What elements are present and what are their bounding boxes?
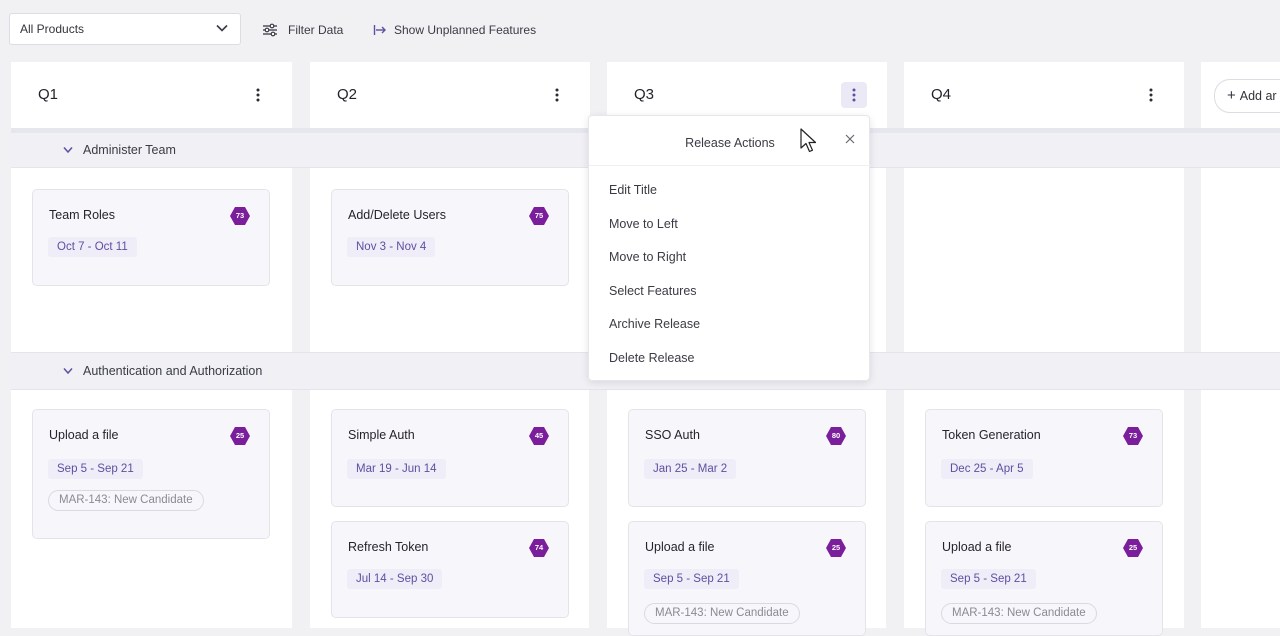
- column-menu-button[interactable]: [544, 82, 570, 108]
- feature-title: Simple Auth: [348, 428, 415, 442]
- hexagon-badge-icon: 75: [528, 206, 550, 226]
- vertical-dots-icon: [256, 88, 260, 102]
- product-select[interactable]: All Products: [9, 13, 241, 45]
- menu-item-move-left[interactable]: Move to Left: [609, 217, 678, 231]
- hexagon-badge-icon: 25: [1122, 538, 1144, 558]
- vertical-dots-icon: [852, 88, 856, 102]
- menu-item-move-right[interactable]: Move to Right: [609, 250, 686, 264]
- hexagon-badge-icon: 74: [528, 538, 550, 558]
- date-range: Jul 14 - Sep 30: [347, 569, 443, 589]
- feature-title: Refresh Token: [348, 540, 429, 554]
- date-range: Nov 3 - Nov 4: [347, 237, 436, 257]
- column-title: Q2: [337, 86, 358, 103]
- column-header-q1: Q1: [11, 62, 291, 128]
- date-range: Oct 7 - Oct 11: [48, 237, 137, 257]
- chevron-down-icon: [63, 368, 73, 375]
- chevron-down-icon: [216, 24, 228, 32]
- badge-number: 80: [831, 431, 841, 440]
- show-unplanned-button[interactable]: Show Unplanned Features: [373, 20, 536, 40]
- feature-title: Team Roles: [49, 208, 115, 222]
- tag-chip[interactable]: MAR-143: New Candidate: [644, 603, 800, 624]
- badge-number: 45: [534, 431, 544, 440]
- show-unplanned-label: Show Unplanned Features: [394, 23, 537, 37]
- date-range: Dec 25 - Apr 5: [941, 459, 1033, 479]
- chevron-down-icon: [63, 147, 73, 154]
- badge-number: 74: [534, 543, 544, 552]
- feature-card[interactable]: Token Generation 73 Dec 25 - Apr 5: [925, 409, 1163, 507]
- group-label: Administer Team: [83, 143, 176, 157]
- filter-data-button[interactable]: Filter Data: [262, 20, 343, 40]
- feature-title: Add/Delete Users: [348, 208, 446, 222]
- column-menu-button[interactable]: [1138, 82, 1164, 108]
- feature-title: Upload a file: [645, 540, 715, 554]
- hexagon-badge-icon: 45: [528, 426, 550, 446]
- feature-card[interactable]: Simple Auth 45 Mar 19 - Jun 14: [331, 409, 569, 507]
- menu-item-edit-title[interactable]: Edit Title: [609, 183, 657, 197]
- column-title: Q1: [38, 86, 59, 103]
- feature-card[interactable]: SSO Auth 80 Jan 25 - Mar 2: [628, 409, 866, 507]
- mouse-cursor-icon: [800, 128, 817, 153]
- release-actions-popup: Release Actions Edit Title Move to Left …: [588, 115, 871, 381]
- badge-number: 75: [534, 211, 544, 220]
- popup-title: Release Actions: [685, 136, 775, 150]
- badge-number: 73: [1128, 431, 1138, 440]
- filter-data-label: Filter Data: [288, 23, 344, 37]
- add-release-label: Add ar: [1239, 89, 1277, 103]
- date-range: Mar 19 - Jun 14: [347, 459, 446, 479]
- date-range: Sep 5 - Sep 21: [48, 459, 143, 479]
- badge-number: 25: [831, 543, 841, 552]
- toolbar: All Products Filter Data Show Unplanned …: [0, 0, 1280, 60]
- menu-item-delete-release[interactable]: Delete Release: [609, 351, 694, 365]
- group-label: Authentication and Authorization: [83, 364, 263, 378]
- feature-card[interactable]: Refresh Token 74 Jul 14 - Sep 30: [331, 521, 569, 618]
- column-header-q4: Q4: [904, 62, 1184, 128]
- menu-item-archive-release[interactable]: Archive Release: [609, 317, 700, 331]
- sliders-icon: [263, 23, 277, 37]
- feature-card[interactable]: Upload a file 25 Sep 5 - Sep 21 MAR-143:…: [925, 521, 1163, 636]
- badge-number: 73: [235, 211, 245, 220]
- column-menu-button[interactable]: [245, 82, 271, 108]
- badge-number: 25: [1128, 543, 1138, 552]
- feature-title: Upload a file: [942, 540, 1012, 554]
- divider: [589, 165, 871, 166]
- plus-icon: +: [1227, 87, 1236, 104]
- column-header-q2: Q2: [310, 62, 590, 128]
- column-title: Q4: [931, 86, 952, 103]
- date-range: Jan 25 - Mar 2: [644, 459, 737, 479]
- close-icon[interactable]: [843, 132, 857, 146]
- hexagon-badge-icon: 80: [825, 426, 847, 446]
- add-release-button[interactable]: + Add ar: [1214, 79, 1280, 113]
- date-range: Sep 5 - Sep 21: [941, 569, 1036, 589]
- feature-card[interactable]: Upload a file 25 Sep 5 - Sep 21 MAR-143:…: [628, 521, 866, 636]
- hexagon-badge-icon: 25: [229, 426, 251, 446]
- feature-card[interactable]: Add/Delete Users 75 Nov 3 - Nov 4: [331, 189, 569, 286]
- column-title: Q3: [634, 86, 655, 103]
- feature-card[interactable]: Upload a file 25 Sep 5 - Sep 21 MAR-143:…: [32, 409, 270, 539]
- vertical-dots-icon: [555, 88, 559, 102]
- date-range: Sep 5 - Sep 21: [644, 569, 739, 589]
- feature-title: SSO Auth: [645, 428, 700, 442]
- badge-number: 25: [235, 431, 245, 440]
- hexagon-badge-icon: 25: [825, 538, 847, 558]
- feature-title: Token Generation: [942, 428, 1041, 442]
- tag-chip[interactable]: MAR-143: New Candidate: [941, 603, 1097, 624]
- feature-title: Upload a file: [49, 428, 119, 442]
- column-menu-button[interactable]: [841, 82, 867, 108]
- product-select-value: All Products: [20, 22, 85, 36]
- hexagon-badge-icon: 73: [229, 206, 251, 226]
- tag-chip[interactable]: MAR-143: New Candidate: [48, 490, 204, 511]
- menu-item-select-features[interactable]: Select Features: [609, 284, 697, 298]
- vertical-dots-icon: [1149, 88, 1153, 102]
- arrow-right-bar-icon: [373, 25, 386, 35]
- feature-card[interactable]: Team Roles 73 Oct 7 - Oct 11: [32, 189, 270, 286]
- hexagon-badge-icon: 73: [1122, 426, 1144, 446]
